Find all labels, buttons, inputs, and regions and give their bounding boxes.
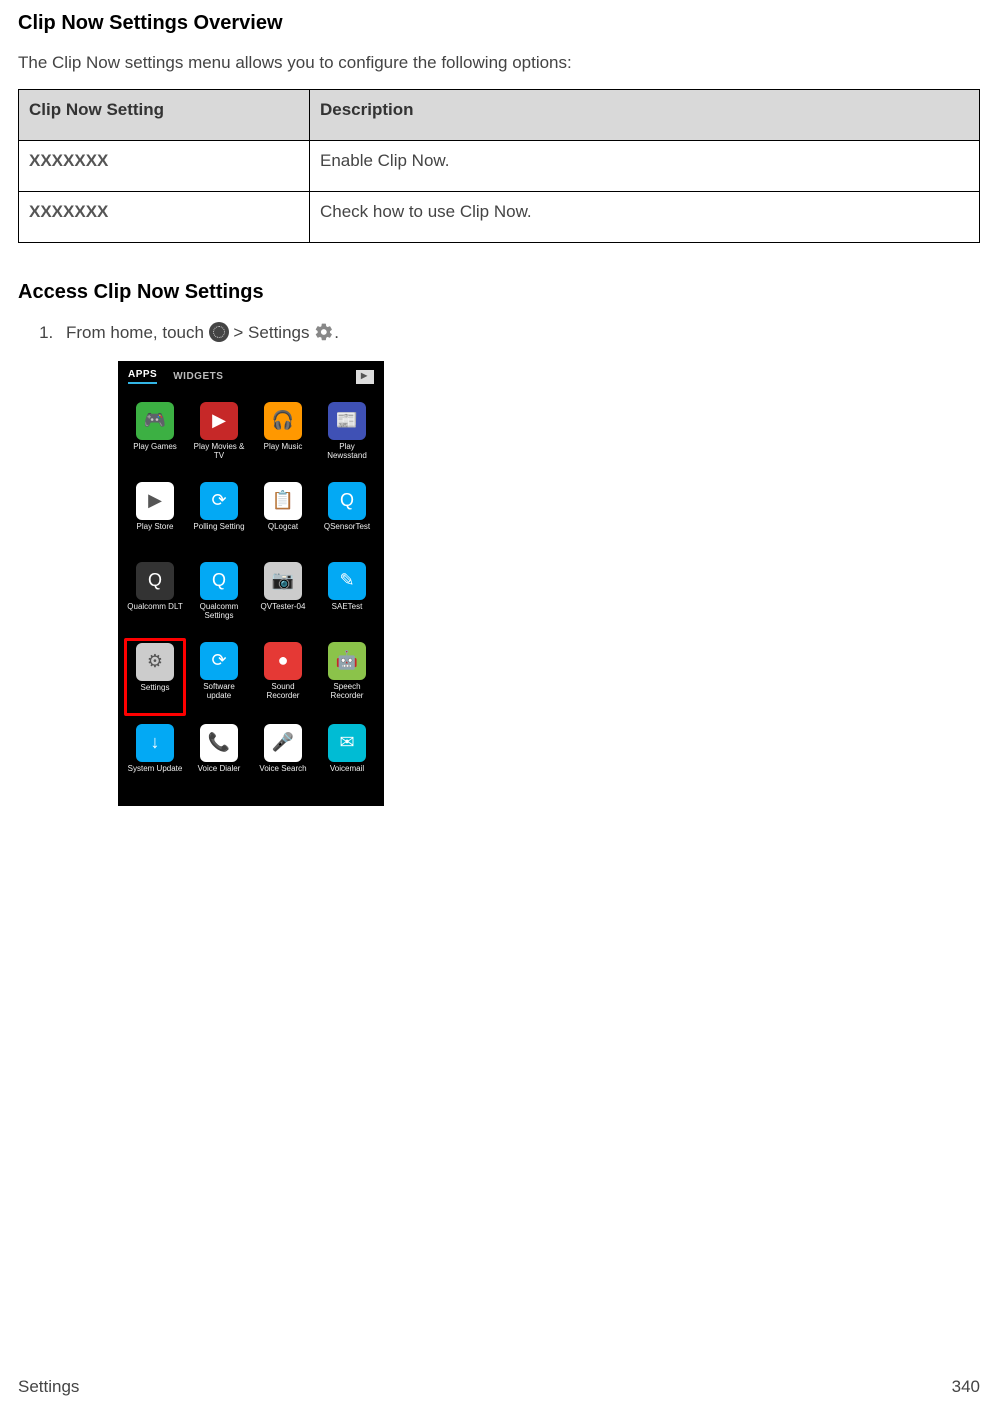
settings-table: Clip Now Setting Description XXXXXXX Ena… bbox=[18, 89, 980, 243]
app-icon: Q QSensorTest bbox=[316, 478, 378, 554]
app-label: Software update bbox=[191, 683, 247, 701]
app-icon: ↓ System Update bbox=[124, 720, 186, 796]
app-icon: ● Sound Recorder bbox=[252, 638, 314, 716]
app-glyph-icon: ● bbox=[264, 642, 302, 680]
app-label: Play Store bbox=[137, 523, 174, 532]
app-label: Voice Search bbox=[259, 765, 306, 774]
app-glyph-icon: Q bbox=[200, 562, 238, 600]
app-glyph-icon: 📷 bbox=[264, 562, 302, 600]
step-1: From home, touch > Settings . bbox=[58, 322, 980, 343]
page-footer: Settings 340 bbox=[18, 1377, 980, 1397]
app-label: Speech Recorder bbox=[319, 683, 375, 701]
heading-access: Access Clip Now Settings bbox=[18, 281, 980, 304]
app-label: Polling Setting bbox=[193, 523, 244, 532]
app-glyph-icon: ✎ bbox=[328, 562, 366, 600]
app-glyph-icon: Q bbox=[328, 482, 366, 520]
app-label: Sound Recorder bbox=[255, 683, 311, 701]
app-icon: 📞 Voice Dialer bbox=[188, 720, 250, 796]
app-label: QSensorTest bbox=[324, 523, 370, 532]
th-description: Description bbox=[310, 90, 980, 141]
cell-setting: XXXXXXX bbox=[19, 192, 310, 243]
intro-text: The Clip Now settings menu allows you to… bbox=[18, 53, 980, 73]
app-glyph-icon: ▶ bbox=[136, 482, 174, 520]
app-icon: 🎤 Voice Search bbox=[252, 720, 314, 796]
app-icon: 📋 QLogcat bbox=[252, 478, 314, 554]
app-icon: ▶ Play Store bbox=[124, 478, 186, 554]
app-glyph-icon: 📞 bbox=[200, 724, 238, 762]
app-glyph-icon: ⟳ bbox=[200, 482, 238, 520]
app-icon: ⚙ Settings bbox=[124, 638, 186, 716]
app-glyph-icon: ↓ bbox=[136, 724, 174, 762]
tab-widgets: WIDGETS bbox=[173, 371, 223, 382]
app-icon: 📰 Play Newsstand bbox=[316, 398, 378, 474]
app-label: Play Movies & TV bbox=[191, 443, 247, 461]
app-icon: ⟳ Software update bbox=[188, 638, 250, 716]
app-label: Voice Dialer bbox=[198, 765, 241, 774]
steps-list: From home, touch > Settings . bbox=[58, 322, 980, 343]
heading-overview: Clip Now Settings Overview bbox=[18, 12, 980, 35]
app-glyph-icon: ⚙ bbox=[136, 643, 174, 681]
app-glyph-icon: 🎮 bbox=[136, 402, 174, 440]
app-label: QLogcat bbox=[268, 523, 298, 532]
app-grid: 🎮 Play Games ▶ Play Movies & TV 🎧 Play Music 📰… bbox=[120, 392, 382, 804]
phone-screenshot: APPS WIDGETS 🎮 Play Games ▶ Play Movies & T… bbox=[118, 361, 384, 806]
app-glyph-icon: Q bbox=[136, 562, 174, 600]
table-row: XXXXXXX Check how to use Clip Now. bbox=[19, 192, 980, 243]
th-setting: Clip Now Setting bbox=[19, 90, 310, 141]
app-glyph-icon: ▶ bbox=[200, 402, 238, 440]
app-icon: ✉ Voicemail bbox=[316, 720, 378, 796]
cell-setting: XXXXXXX bbox=[19, 141, 310, 192]
app-label: Settings bbox=[141, 684, 170, 693]
app-label: QVTester-04 bbox=[261, 603, 306, 612]
app-icon: 🤖 Speech Recorder bbox=[316, 638, 378, 716]
step1-prefix: From home, touch bbox=[66, 323, 209, 342]
app-glyph-icon: 📋 bbox=[264, 482, 302, 520]
phone-tabs: APPS WIDGETS bbox=[120, 363, 382, 392]
step1-mid: > Settings bbox=[229, 323, 315, 342]
shop-icon bbox=[356, 370, 374, 384]
footer-section: Settings bbox=[18, 1377, 79, 1397]
app-label: Qualcomm DLT bbox=[127, 603, 182, 612]
app-label: Voicemail bbox=[330, 765, 364, 774]
app-label: Qualcomm Settings bbox=[191, 603, 247, 621]
cell-description: Enable Clip Now. bbox=[310, 141, 980, 192]
tab-apps: APPS bbox=[128, 369, 157, 384]
app-icon: 🎮 Play Games bbox=[124, 398, 186, 474]
gear-icon bbox=[314, 322, 334, 342]
app-icon: Q Qualcomm DLT bbox=[124, 558, 186, 634]
app-label: Play Games bbox=[133, 443, 177, 452]
app-glyph-icon: ✉ bbox=[328, 724, 366, 762]
app-glyph-icon: 🤖 bbox=[328, 642, 366, 680]
app-icon: ✎ SAETest bbox=[316, 558, 378, 634]
app-icon: ▶ Play Movies & TV bbox=[188, 398, 250, 474]
app-label: Play Newsstand bbox=[319, 443, 375, 461]
app-glyph-icon: 🎧 bbox=[264, 402, 302, 440]
app-icon: 📷 QVTester-04 bbox=[252, 558, 314, 634]
cell-description: Check how to use Clip Now. bbox=[310, 192, 980, 243]
step1-suffix: . bbox=[334, 323, 339, 342]
app-icon: Q Qualcomm Settings bbox=[188, 558, 250, 634]
app-label: Play Music bbox=[264, 443, 303, 452]
apps-icon bbox=[209, 322, 229, 342]
app-icon: ⟳ Polling Setting bbox=[188, 478, 250, 554]
footer-page-number: 340 bbox=[952, 1377, 980, 1397]
app-glyph-icon: ⟳ bbox=[200, 642, 238, 680]
table-row: XXXXXXX Enable Clip Now. bbox=[19, 141, 980, 192]
app-glyph-icon: 🎤 bbox=[264, 724, 302, 762]
app-label: System Update bbox=[128, 765, 183, 774]
app-label: SAETest bbox=[332, 603, 363, 612]
app-glyph-icon: 📰 bbox=[328, 402, 366, 440]
app-icon: 🎧 Play Music bbox=[252, 398, 314, 474]
